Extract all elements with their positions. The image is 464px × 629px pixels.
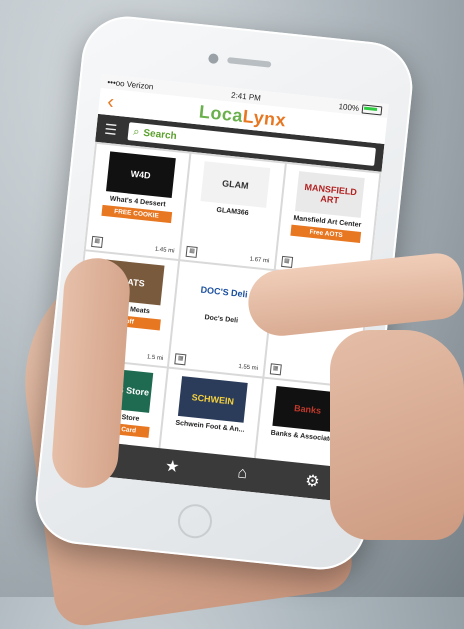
tab-home-icon[interactable]: ⌂ bbox=[237, 464, 248, 483]
business-logo: MANSFIELD ART bbox=[295, 171, 366, 218]
business-name: GLAM366 bbox=[216, 206, 249, 218]
search-placeholder: Search bbox=[142, 127, 178, 142]
business-name: Doc's Deli bbox=[204, 314, 239, 325]
battery-icon bbox=[361, 103, 383, 115]
business-tile[interactable]: GLAM GLAM366 ▦ 1.67 mi bbox=[180, 153, 285, 270]
list-icon[interactable]: ☰ bbox=[104, 120, 120, 138]
tab-favorites-icon[interactable]: ★ bbox=[164, 456, 180, 477]
info-icon: ▦ bbox=[280, 255, 293, 268]
business-tile[interactable]: W4D What's 4 Dessert FREE COOKIE ▦ 1.45 … bbox=[85, 143, 190, 260]
info-icon: ▦ bbox=[185, 245, 198, 258]
logo-part-2: Lynx bbox=[241, 105, 288, 130]
battery-percent: 100% bbox=[338, 101, 360, 113]
distance-label: 1.67 mi bbox=[249, 256, 270, 265]
distance-label: 1.45 mi bbox=[154, 246, 175, 255]
info-icon: ▦ bbox=[174, 353, 187, 366]
logo-part-1: Loca bbox=[198, 100, 245, 126]
home-button[interactable] bbox=[176, 502, 214, 540]
distance-label: 1.55 mi bbox=[238, 363, 259, 372]
distance-label: 1.5 mi bbox=[146, 354, 164, 362]
business-logo: W4D bbox=[105, 151, 176, 198]
camera-icon bbox=[207, 53, 219, 65]
business-logo: GLAM bbox=[200, 161, 271, 208]
clock-label: 2:41 PM bbox=[230, 90, 262, 103]
business-logo: SCHWEIN bbox=[177, 376, 248, 423]
speaker-grille bbox=[227, 57, 272, 68]
tab-settings-icon[interactable]: ⚙ bbox=[304, 471, 320, 492]
search-icon: ⌕ bbox=[132, 125, 141, 138]
hand-fingers bbox=[330, 330, 464, 540]
info-icon: ▦ bbox=[269, 363, 282, 376]
info-icon: ▦ bbox=[91, 235, 104, 249]
